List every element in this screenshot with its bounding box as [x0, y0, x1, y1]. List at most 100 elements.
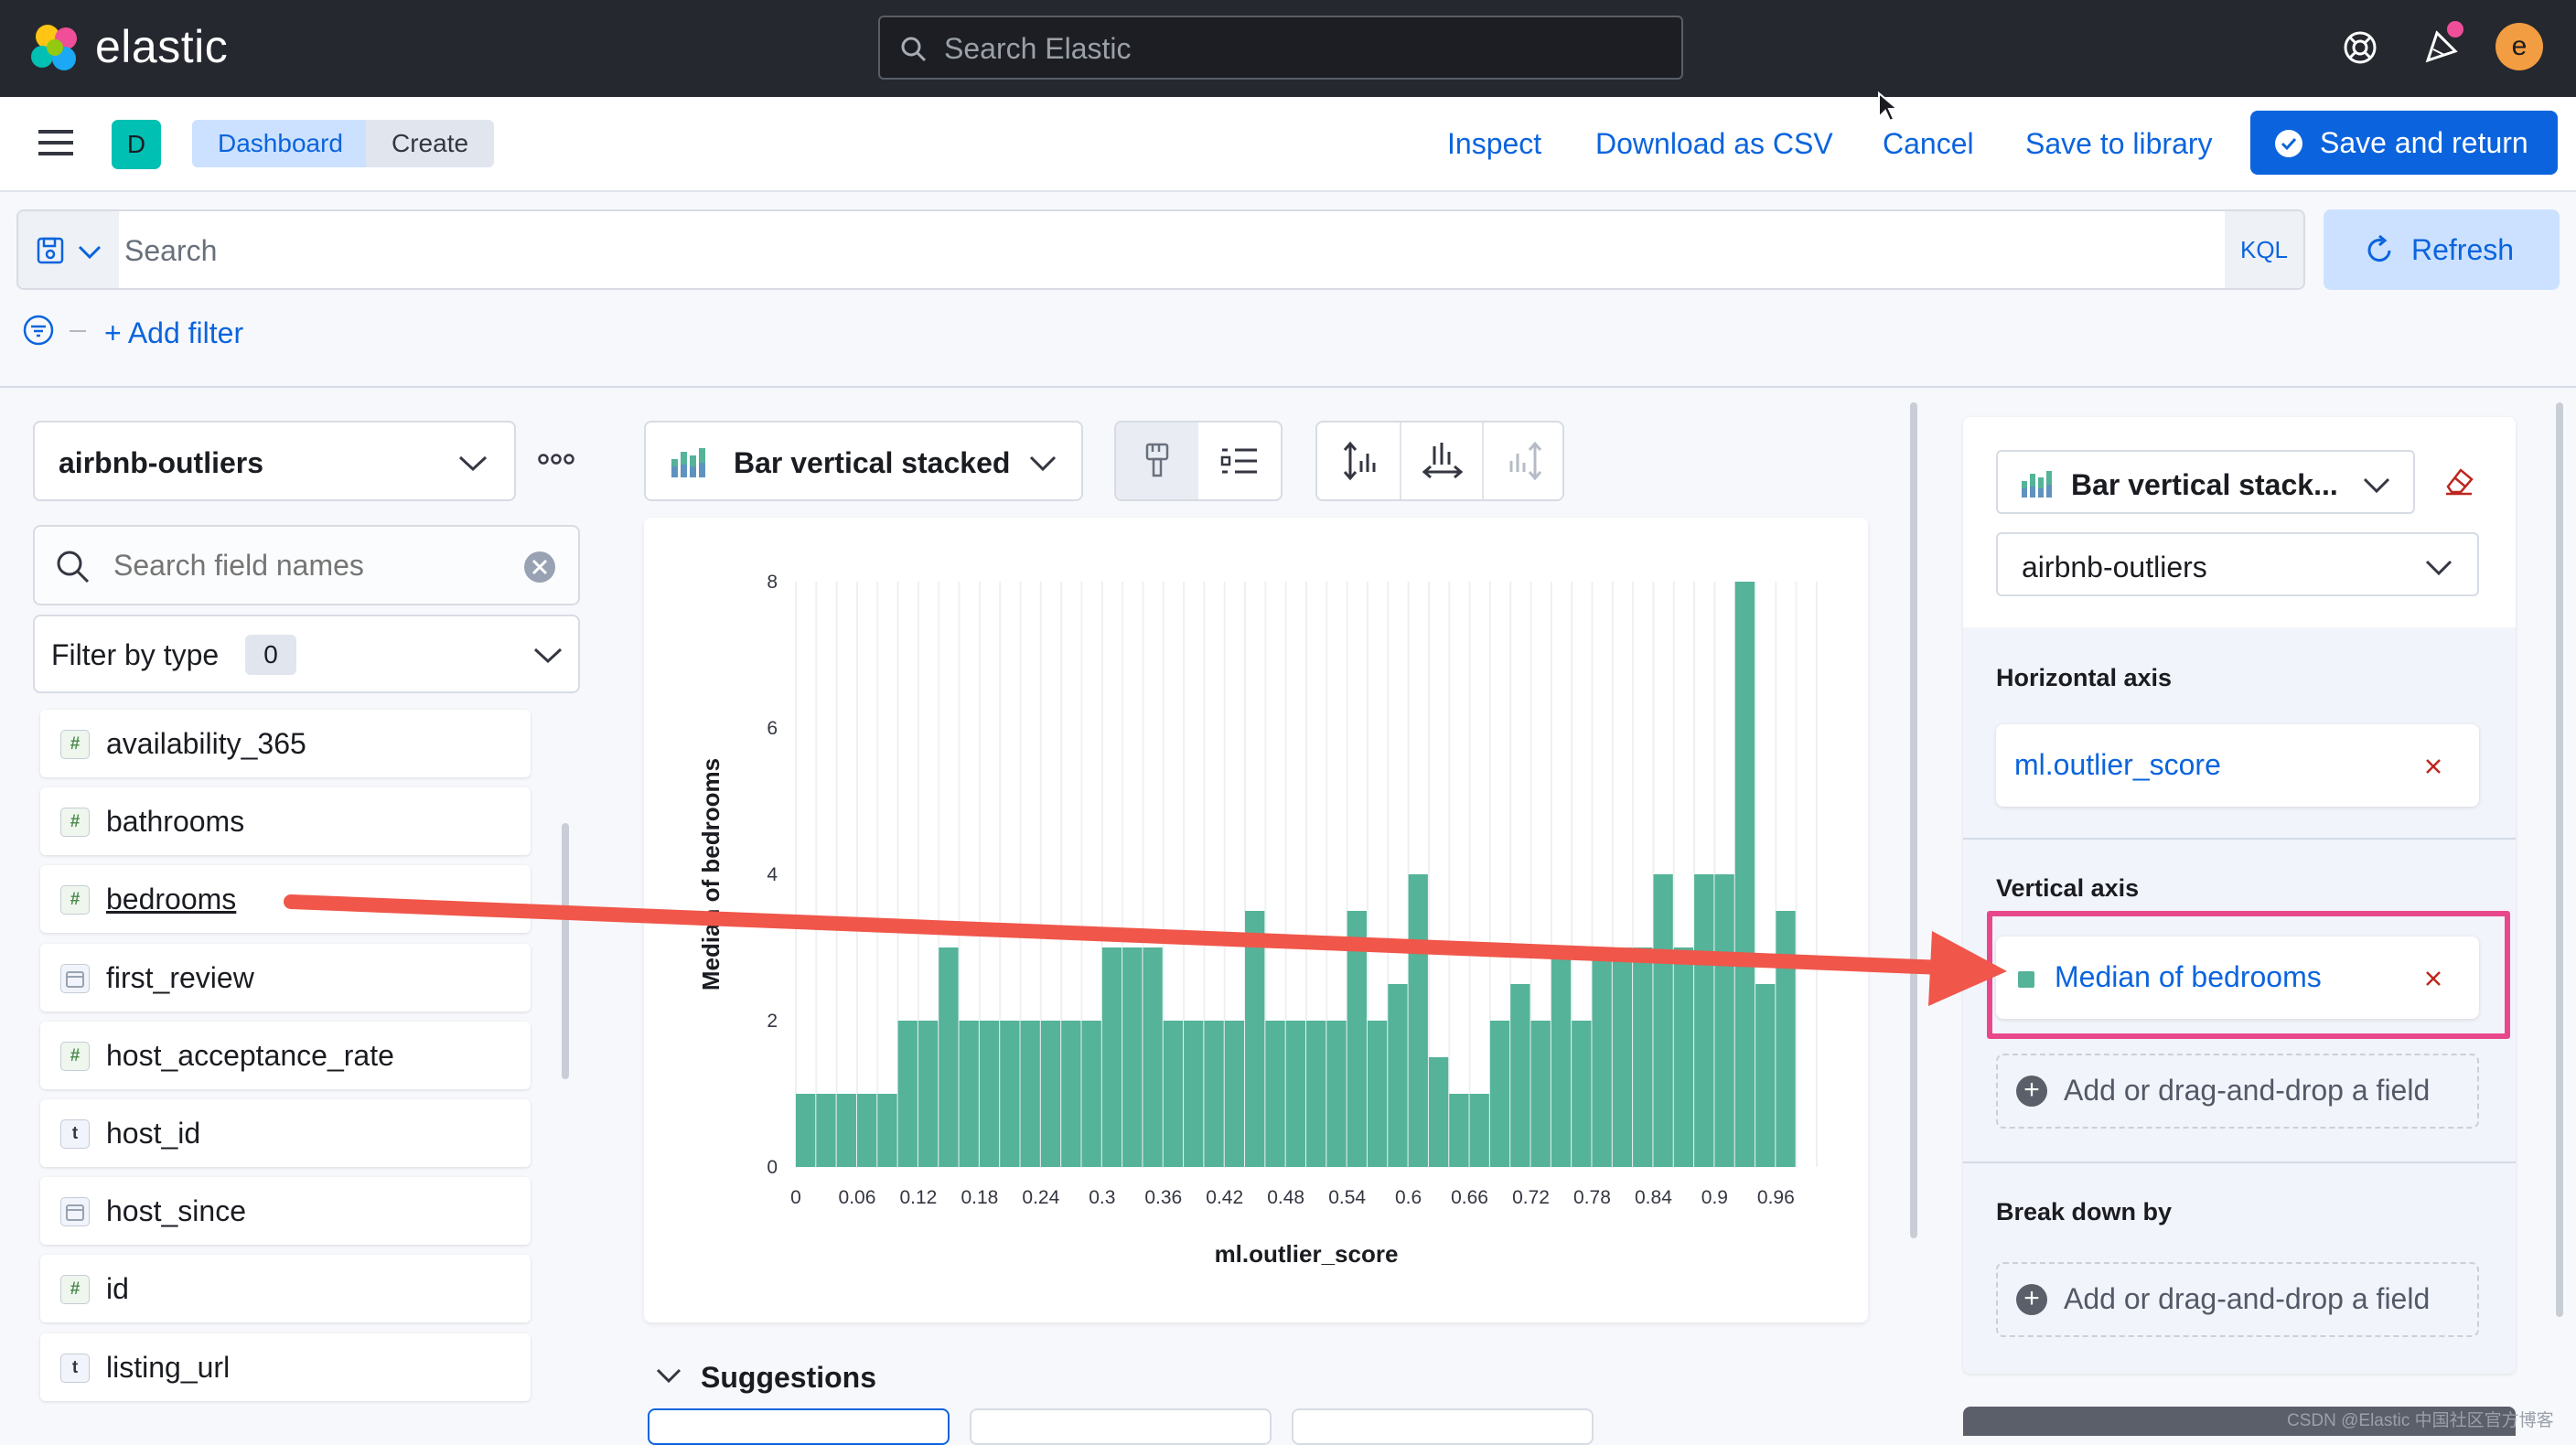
bar[interactable] [1204, 1021, 1224, 1167]
field-item[interactable]: t listing_url [40, 1333, 531, 1401]
bar[interactable] [1694, 874, 1714, 1167]
filter-by-type-dropdown[interactable]: Filter by type 0 [33, 615, 580, 693]
bar[interactable] [1081, 1021, 1101, 1167]
bar[interactable] [1489, 1021, 1510, 1167]
bar[interactable] [1469, 1094, 1489, 1167]
bar[interactable] [1714, 874, 1734, 1167]
bar[interactable] [1633, 947, 1653, 1167]
field-item[interactable]: first_review [40, 943, 531, 1012]
cancel-link[interactable]: Cancel [1883, 124, 1974, 163]
right-axis-button[interactable] [1482, 423, 1564, 499]
bar[interactable] [1000, 1021, 1020, 1167]
help-icon[interactable] [2340, 27, 2380, 68]
bar[interactable] [1306, 1021, 1326, 1167]
layer-index-pattern-selector[interactable]: airbnb-outliers [1996, 532, 2479, 596]
break-down-add-field[interactable]: + Add or drag-and-drop a field [1996, 1262, 2479, 1337]
user-avatar[interactable]: e [2496, 23, 2543, 70]
legend-options-button[interactable] [1200, 423, 1283, 499]
suggestion-card[interactable] [1292, 1408, 1594, 1445]
left-axis-button[interactable] [1317, 423, 1400, 499]
field-item[interactable]: host_since [40, 1177, 531, 1246]
space-badge[interactable]: D [112, 120, 161, 169]
save-to-library-link[interactable]: Save to library [2025, 124, 2213, 163]
inspect-link[interactable]: Inspect [1447, 124, 1541, 163]
bar[interactable] [1040, 1021, 1061, 1167]
bar[interactable] [1653, 874, 1673, 1167]
bar[interactable] [1163, 1021, 1184, 1167]
refresh-button[interactable]: Refresh [2324, 209, 2560, 290]
field-item[interactable]: t host_id [40, 1099, 531, 1167]
index-pattern-selector[interactable]: airbnb-outliers [33, 421, 516, 501]
bar[interactable] [979, 1021, 1000, 1167]
query-search-input[interactable] [123, 220, 2139, 281]
bar[interactable] [959, 1021, 979, 1167]
bar[interactable] [1101, 947, 1122, 1167]
field-item[interactable]: # bathrooms [40, 787, 531, 856]
bar[interactable] [836, 1094, 856, 1167]
bar[interactable] [1572, 1021, 1592, 1167]
more-options-icon[interactable] [538, 448, 574, 470]
field-item[interactable]: # host_acceptance_rate [40, 1021, 531, 1089]
bar[interactable] [1510, 984, 1530, 1167]
elastic-logo-icon[interactable] [27, 20, 84, 77]
bar[interactable] [1530, 1021, 1551, 1167]
bar[interactable] [856, 1094, 877, 1167]
bar[interactable] [1326, 1021, 1347, 1167]
bar[interactable] [1285, 1021, 1305, 1167]
global-search-box[interactable] [878, 16, 1683, 80]
bar[interactable] [1408, 874, 1428, 1167]
suggestions-title[interactable]: Suggestions [701, 1361, 876, 1395]
field-list-scrollbar[interactable] [562, 823, 569, 1079]
bar[interactable] [1224, 1021, 1245, 1167]
chart-type-selector[interactable]: Bar vertical stacked [644, 421, 1083, 501]
bar[interactable] [1755, 984, 1776, 1167]
bar[interactable] [796, 1094, 816, 1167]
save-and-return-button[interactable]: Save and return [2250, 111, 2558, 175]
bar[interactable] [1673, 947, 1694, 1167]
saved-query-button[interactable] [18, 211, 119, 288]
elastic-logo-text[interactable]: elastic [95, 20, 228, 73]
horizontal-axis-field-label[interactable]: ml.outlier_score [2014, 748, 2221, 782]
add-filter-link[interactable]: + Add filter [104, 316, 243, 350]
bar[interactable] [1265, 1021, 1285, 1167]
bar[interactable] [877, 1094, 897, 1167]
bottom-axis-button[interactable] [1400, 423, 1482, 499]
bar[interactable] [1122, 947, 1143, 1167]
bar[interactable] [1612, 947, 1633, 1167]
suggestion-card[interactable] [970, 1408, 1272, 1445]
bar[interactable] [939, 947, 959, 1167]
global-search-input[interactable] [942, 17, 1669, 80]
filter-options-icon[interactable] [22, 315, 90, 346]
field-item[interactable]: # id [40, 1255, 531, 1323]
visual-options-button[interactable] [1116, 423, 1198, 499]
field-item[interactable]: # availability_365 [40, 710, 531, 777]
kql-language-button[interactable]: KQL [2225, 211, 2303, 288]
bar[interactable] [1592, 947, 1612, 1167]
suggestion-card[interactable] [648, 1408, 950, 1445]
bar[interactable] [918, 1021, 939, 1167]
bar[interactable] [1143, 947, 1163, 1167]
clear-icon[interactable] [523, 551, 556, 583]
menu-icon[interactable] [38, 128, 75, 159]
bar[interactable] [1367, 1021, 1388, 1167]
bar[interactable] [1020, 1021, 1040, 1167]
horizontal-axis-dimension[interactable]: ml.outlier_score [1996, 724, 2479, 807]
bar[interactable] [1551, 947, 1572, 1167]
bar[interactable] [897, 1021, 918, 1167]
close-icon[interactable] [2422, 755, 2444, 777]
bar[interactable] [1388, 984, 1408, 1167]
bar[interactable] [1428, 1057, 1449, 1167]
bar[interactable] [1734, 582, 1755, 1167]
bar[interactable] [1347, 911, 1367, 1167]
field-search-box[interactable] [33, 525, 580, 605]
download-csv-link[interactable]: Download as CSV [1595, 124, 1833, 163]
bar[interactable] [1184, 1021, 1204, 1167]
news-feed-icon[interactable] [2419, 20, 2466, 68]
breadcrumb-dashboard[interactable]: Dashboard [192, 120, 369, 167]
workspace-scrollbar[interactable] [1910, 402, 1917, 1238]
eraser-icon[interactable] [2442, 465, 2475, 498]
config-panel-scrollbar[interactable] [2556, 402, 2563, 1317]
layer-chart-type-selector[interactable]: Bar vertical stack... [1996, 450, 2415, 514]
field-item[interactable]: # bedrooms [40, 865, 531, 934]
bar[interactable] [816, 1094, 836, 1167]
